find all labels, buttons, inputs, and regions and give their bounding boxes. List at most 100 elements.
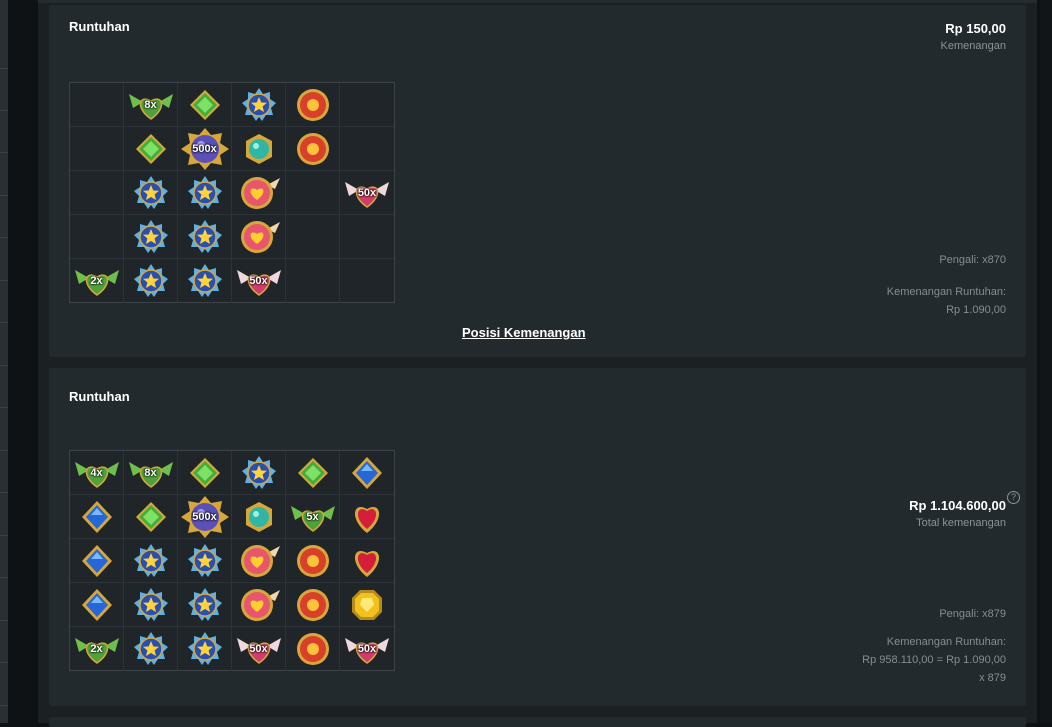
history-detail-container: Runtuhan Rp 150,00 Kemenangan 8x 500x 50x 2… [38,0,1037,727]
multiplier-badge: 50x [249,275,268,287]
top-divider [38,0,1037,3]
green-heart-wings-icon: 2x [73,266,121,296]
grid-cell [340,259,394,303]
grid-cell: 4x [70,451,124,495]
multiplier-badge: 50x [357,186,377,199]
multiplier-badge: 50x [249,643,268,655]
pink-heart-icon [237,543,281,579]
grid-cell [70,127,124,171]
cascade-panel-3-top [49,717,1026,727]
multiplier-badge: 500x [192,142,217,155]
green-heart-wings-icon: 5x [289,502,337,532]
grid-cell [232,539,286,583]
grid-cell [340,539,394,583]
grid-cell [286,627,340,671]
grid-cell [178,627,232,671]
multiplier-badge: 5x [306,510,319,523]
grid-cell [286,83,340,127]
green-gem-icon [296,456,330,490]
grid-cell [178,215,232,259]
panel-title: Runtuhan [69,19,130,34]
grid-cell: 500x [178,495,232,539]
blue-star-icon [133,219,169,255]
total-win-amount: Rp 1.104.600,00 [909,498,1006,513]
pink-heart-icon [237,587,281,623]
grid-cell [286,215,340,259]
grid-cell [124,539,178,583]
blue-star-icon [133,175,169,211]
grid-cell [286,127,340,171]
win-amount-label: Kemenangan [940,40,1006,52]
win-position-link[interactable]: Posisi Kemenangan [462,325,586,340]
blue-star-icon [187,175,223,211]
grid-cell [232,83,286,127]
blue-star-icon [133,543,169,579]
total-win-label: Total kemenangan [916,517,1006,529]
pink-heart-icon [237,219,281,255]
cascade-win-mult: x 879 [979,672,1006,684]
grid-cell [124,127,178,171]
reel-grid: 8x 500x 50x 2x 50x [69,82,395,303]
panel-title: Runtuhan [69,389,130,404]
pink-heart-wings-icon: 50x [343,178,391,208]
cascade-win-label: Kemenangan Runtuhan: [886,286,1006,298]
blue-star-icon [187,631,223,667]
grid-cell [70,495,124,539]
grid-cell [70,83,124,127]
grid-cell [70,171,124,215]
grid-cell [70,539,124,583]
blue-star-icon [187,219,223,255]
window-edge [0,0,8,723]
grid-cell [286,451,340,495]
grid-cell [232,127,286,171]
grid-cell [178,451,232,495]
win-amount: Rp 150,00 [945,21,1006,36]
grid-cell [232,495,286,539]
grid-cell [340,583,394,627]
grid-cell: 50x [340,171,394,215]
cascade-panel-2: Runtuhan 4x 8x 500x 5x 2x 50x 50x Rp 1.104.600… [49,368,1026,706]
grid-cell [232,583,286,627]
grid-cell [124,215,178,259]
pink-heart-wings-icon: 50x [235,266,283,296]
green-gem-icon [188,456,222,490]
grid-cell [340,495,394,539]
green-heart-wings-icon: 2x [73,634,121,664]
grid-cell [124,583,178,627]
grid-cell [70,215,124,259]
multiplier-badge: 2x [90,643,103,655]
multiplier-badge: 50x [357,643,377,655]
grid-cell: 50x [340,627,394,671]
multiplier-badge: 8x [144,466,157,479]
red-heart-icon [349,499,385,535]
grid-cell [178,539,232,583]
grid-cell: 50x [232,627,286,671]
pink-heart-wings-icon: 50x [343,634,391,664]
yellow-gem-icon [350,588,384,622]
blue-star-icon [187,587,223,623]
multiplier-text: Pengali: x870 [939,254,1006,266]
blue-gem-icon [80,544,114,578]
blue-star-icon [133,263,169,299]
grid-cell [232,215,286,259]
help-icon[interactable]: ? [1007,491,1020,504]
grid-cell [286,259,340,303]
red-sun-icon [295,587,331,623]
pink-heart-wings-icon: 50x [235,634,283,664]
grid-cell: 500x [178,127,232,171]
multiplier-badge: 500x [192,510,217,523]
green-gem-icon [134,132,168,166]
blue-gem-icon [80,588,114,622]
grid-cell [178,583,232,627]
cascade-win-label: Kemenangan Runtuhan: [886,636,1006,648]
blue-star-icon [133,631,169,667]
grid-cell [124,259,178,303]
scrollbar[interactable] [1040,0,1052,723]
green-heart-wings-icon: 8x [127,458,175,488]
teal-gem-icon [243,133,275,165]
purple-orb-icon: 500x [180,127,230,171]
grid-cell [124,495,178,539]
cascade-panel-1: Runtuhan Rp 150,00 Kemenangan 8x 500x 50x 2… [49,5,1026,357]
grid-cell [178,83,232,127]
blue-gem-icon [350,456,384,490]
